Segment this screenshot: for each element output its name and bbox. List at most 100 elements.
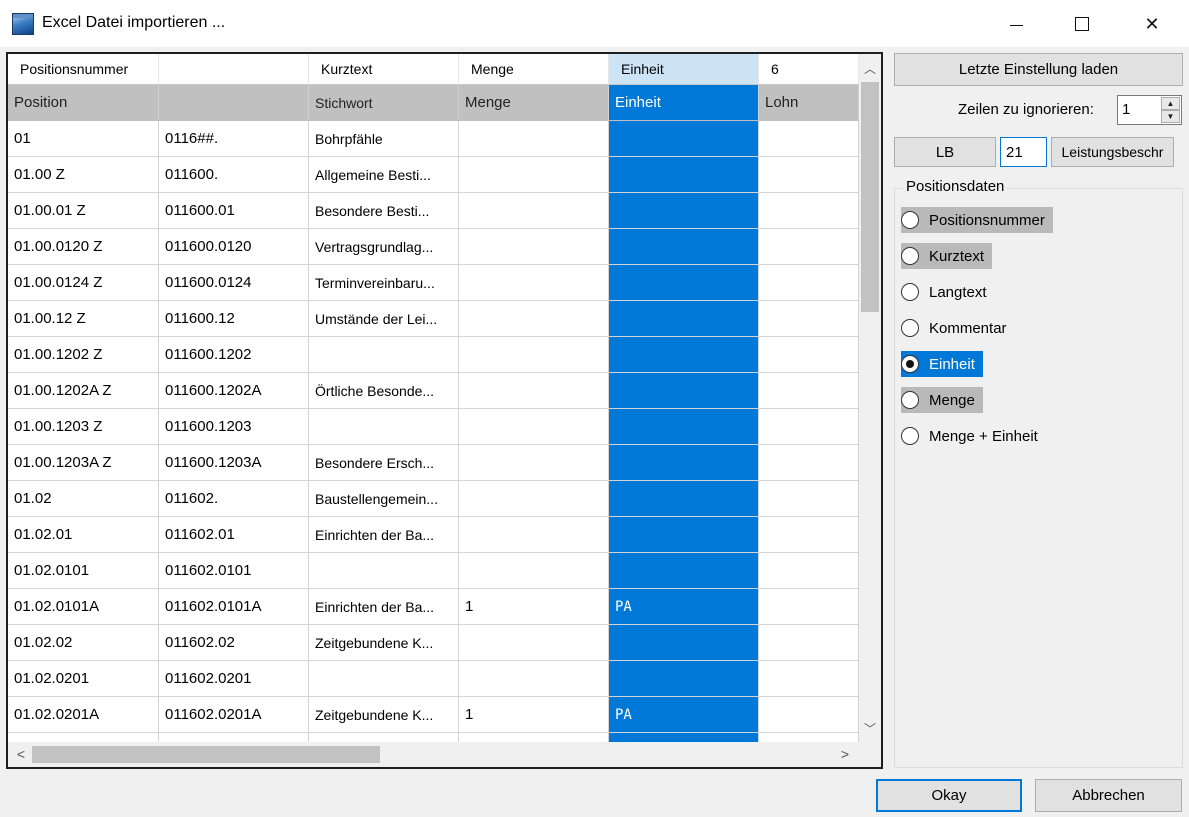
- spin-up-icon[interactable]: ▲: [1161, 97, 1180, 110]
- row-4-cell-3[interactable]: [459, 265, 609, 300]
- table-row[interactable]: 01.00.12 Z 011600.12 Umstände der Lei...: [8, 301, 859, 337]
- row-14-cell-1[interactable]: 011602.02: [159, 625, 309, 660]
- row-10-cell-0[interactable]: 01.02: [8, 481, 159, 516]
- row-17-cell-2[interactable]: [309, 733, 459, 742]
- horizontal-scrollbar[interactable]: < >: [8, 742, 859, 767]
- row-5-cell-3[interactable]: [459, 301, 609, 336]
- column-assignment-cell-3[interactable]: Menge: [459, 54, 609, 84]
- row-5-cell-1[interactable]: 011600.12: [159, 301, 309, 336]
- table-row[interactable]: 01.00.0120 Z 011600.0120 Vertragsgrundlag.…: [8, 229, 859, 265]
- leistungsbeschreibung-button[interactable]: Leistungsbeschr: [1051, 137, 1174, 167]
- row-5-cell-2[interactable]: Umstände der Lei...: [309, 301, 459, 336]
- table-row[interactable]: 01.00.0124 Z 011600.0124 Terminvereinbaru.…: [8, 265, 859, 301]
- row-15-cell-1[interactable]: 011602.0201: [159, 661, 309, 696]
- row-1-cell-4[interactable]: [609, 157, 759, 192]
- row-1-cell-1[interactable]: 011600.: [159, 157, 309, 192]
- row-16-cell-4[interactable]: PA: [609, 697, 759, 732]
- row-8-cell-1[interactable]: 011600.1203: [159, 409, 309, 444]
- maximize-button[interactable]: [1059, 0, 1105, 48]
- table-row[interactable]: 01.02.0201A 011602.0201A Zeitgebundene K..…: [8, 697, 859, 733]
- row-9-cell-4[interactable]: [609, 445, 759, 480]
- row-0-cell-0[interactable]: 01: [8, 121, 159, 156]
- caption-cell-5[interactable]: Lohn: [759, 85, 859, 120]
- vertical-scrollbar[interactable]: ︿ ﹀: [859, 54, 881, 742]
- row-8-cell-5[interactable]: [759, 409, 859, 444]
- row-3-cell-4[interactable]: [609, 229, 759, 264]
- table-row[interactable]: 01.00 Z 011600. Allgemeine Besti...: [8, 157, 859, 193]
- load-last-settings-button[interactable]: Letzte Einstellung laden: [894, 53, 1183, 86]
- row-2-cell-5[interactable]: [759, 193, 859, 228]
- radio-einheit[interactable]: Einheit: [901, 351, 983, 377]
- lb-number-field[interactable]: 21: [1000, 137, 1047, 167]
- row-17-cell-1[interactable]: [159, 733, 309, 742]
- row-8-cell-0[interactable]: 01.00.1203 Z: [8, 409, 159, 444]
- radio-langtext[interactable]: Langtext: [901, 279, 995, 305]
- row-10-cell-1[interactable]: 011602.: [159, 481, 309, 516]
- row-4-cell-4[interactable]: [609, 265, 759, 300]
- row-15-cell-2[interactable]: [309, 661, 459, 696]
- radio-menge-einheit[interactable]: Menge + Einheit: [901, 423, 1046, 449]
- row-10-cell-3[interactable]: [459, 481, 609, 516]
- row-17-cell-3[interactable]: [459, 733, 609, 742]
- horizontal-scroll-thumb[interactable]: [32, 746, 380, 763]
- row-3-cell-2[interactable]: Vertragsgrundlag...: [309, 229, 459, 264]
- row-9-cell-5[interactable]: [759, 445, 859, 480]
- row-1-cell-2[interactable]: Allgemeine Besti...: [309, 157, 459, 192]
- row-8-cell-4[interactable]: [609, 409, 759, 444]
- row-0-cell-1[interactable]: 0116##.: [159, 121, 309, 156]
- radio-unchecked-icon[interactable]: [901, 211, 919, 229]
- row-4-cell-0[interactable]: 01.00.0124 Z: [8, 265, 159, 300]
- row-2-cell-4[interactable]: [609, 193, 759, 228]
- okay-button[interactable]: Okay: [876, 779, 1022, 812]
- row-14-cell-4[interactable]: [609, 625, 759, 660]
- row-4-cell-1[interactable]: 011600.0124: [159, 265, 309, 300]
- radio-checked-icon[interactable]: [901, 355, 919, 373]
- row-12-cell-2[interactable]: [309, 553, 459, 588]
- table-row[interactable]: 01.02.01 011602.01 Einrichten der Ba...: [8, 517, 859, 553]
- row-9-cell-2[interactable]: Besondere Ersch...: [309, 445, 459, 480]
- caption-cell-0[interactable]: Position: [8, 85, 159, 120]
- row-5-cell-5[interactable]: [759, 301, 859, 336]
- table-row[interactable]: 01.02.0101A 011602.0101A Einrichten der Ba…: [8, 589, 859, 625]
- row-0-cell-2[interactable]: Bohrpfähle: [309, 121, 459, 156]
- row-7-cell-5[interactable]: [759, 373, 859, 408]
- column-assignment-cell-5[interactable]: 6: [759, 54, 859, 84]
- radio-unchecked-icon[interactable]: [901, 391, 919, 409]
- caption-cell-1[interactable]: [159, 85, 309, 120]
- row-6-cell-5[interactable]: [759, 337, 859, 372]
- row-5-cell-0[interactable]: 01.00.12 Z: [8, 301, 159, 336]
- row-15-cell-5[interactable]: [759, 661, 859, 696]
- table-row[interactable]: 01.02.02 011602.02 Zeitgebundene K...: [8, 625, 859, 661]
- row-2-cell-1[interactable]: 011600.01: [159, 193, 309, 228]
- scroll-down-icon[interactable]: ﹀: [859, 720, 881, 737]
- row-10-cell-4[interactable]: [609, 481, 759, 516]
- row-1-cell-5[interactable]: [759, 157, 859, 192]
- row-9-cell-1[interactable]: 011600.1203A: [159, 445, 309, 480]
- vertical-scroll-thumb[interactable]: [861, 82, 879, 312]
- row-12-cell-5[interactable]: [759, 553, 859, 588]
- row-7-cell-4[interactable]: [609, 373, 759, 408]
- caption-cell-3[interactable]: Menge: [459, 85, 609, 120]
- row-7-cell-1[interactable]: 011600.1202A: [159, 373, 309, 408]
- column-assignment-cell-4[interactable]: Einheit: [609, 54, 759, 84]
- radio-kurztext[interactable]: Kurztext: [901, 243, 993, 269]
- table-row[interactable]: 01.00.1203 Z 011600.1203: [8, 409, 859, 445]
- row-17-cell-5[interactable]: [759, 733, 859, 742]
- row-0-cell-4[interactable]: [609, 121, 759, 156]
- row-3-cell-1[interactable]: 011600.0120: [159, 229, 309, 264]
- row-7-cell-3[interactable]: [459, 373, 609, 408]
- row-13-cell-4[interactable]: PA: [609, 589, 759, 624]
- row-14-cell-5[interactable]: [759, 625, 859, 660]
- table-row[interactable]: 01.02.0101 011602.0101: [8, 553, 859, 589]
- row-13-cell-3[interactable]: 1: [459, 589, 609, 624]
- row-12-cell-3[interactable]: [459, 553, 609, 588]
- radio-unchecked-icon[interactable]: [901, 427, 919, 445]
- row-4-cell-2[interactable]: Terminvereinbaru...: [309, 265, 459, 300]
- row-15-cell-0[interactable]: 01.02.0201: [8, 661, 159, 696]
- row-6-cell-0[interactable]: 01.00.1202 Z: [8, 337, 159, 372]
- row-6-cell-4[interactable]: [609, 337, 759, 372]
- row-6-cell-2[interactable]: [309, 337, 459, 372]
- row-16-cell-3[interactable]: 1: [459, 697, 609, 732]
- row-16-cell-0[interactable]: 01.02.0201A: [8, 697, 159, 732]
- row-7-cell-2[interactable]: Örtliche Besonde...: [309, 373, 459, 408]
